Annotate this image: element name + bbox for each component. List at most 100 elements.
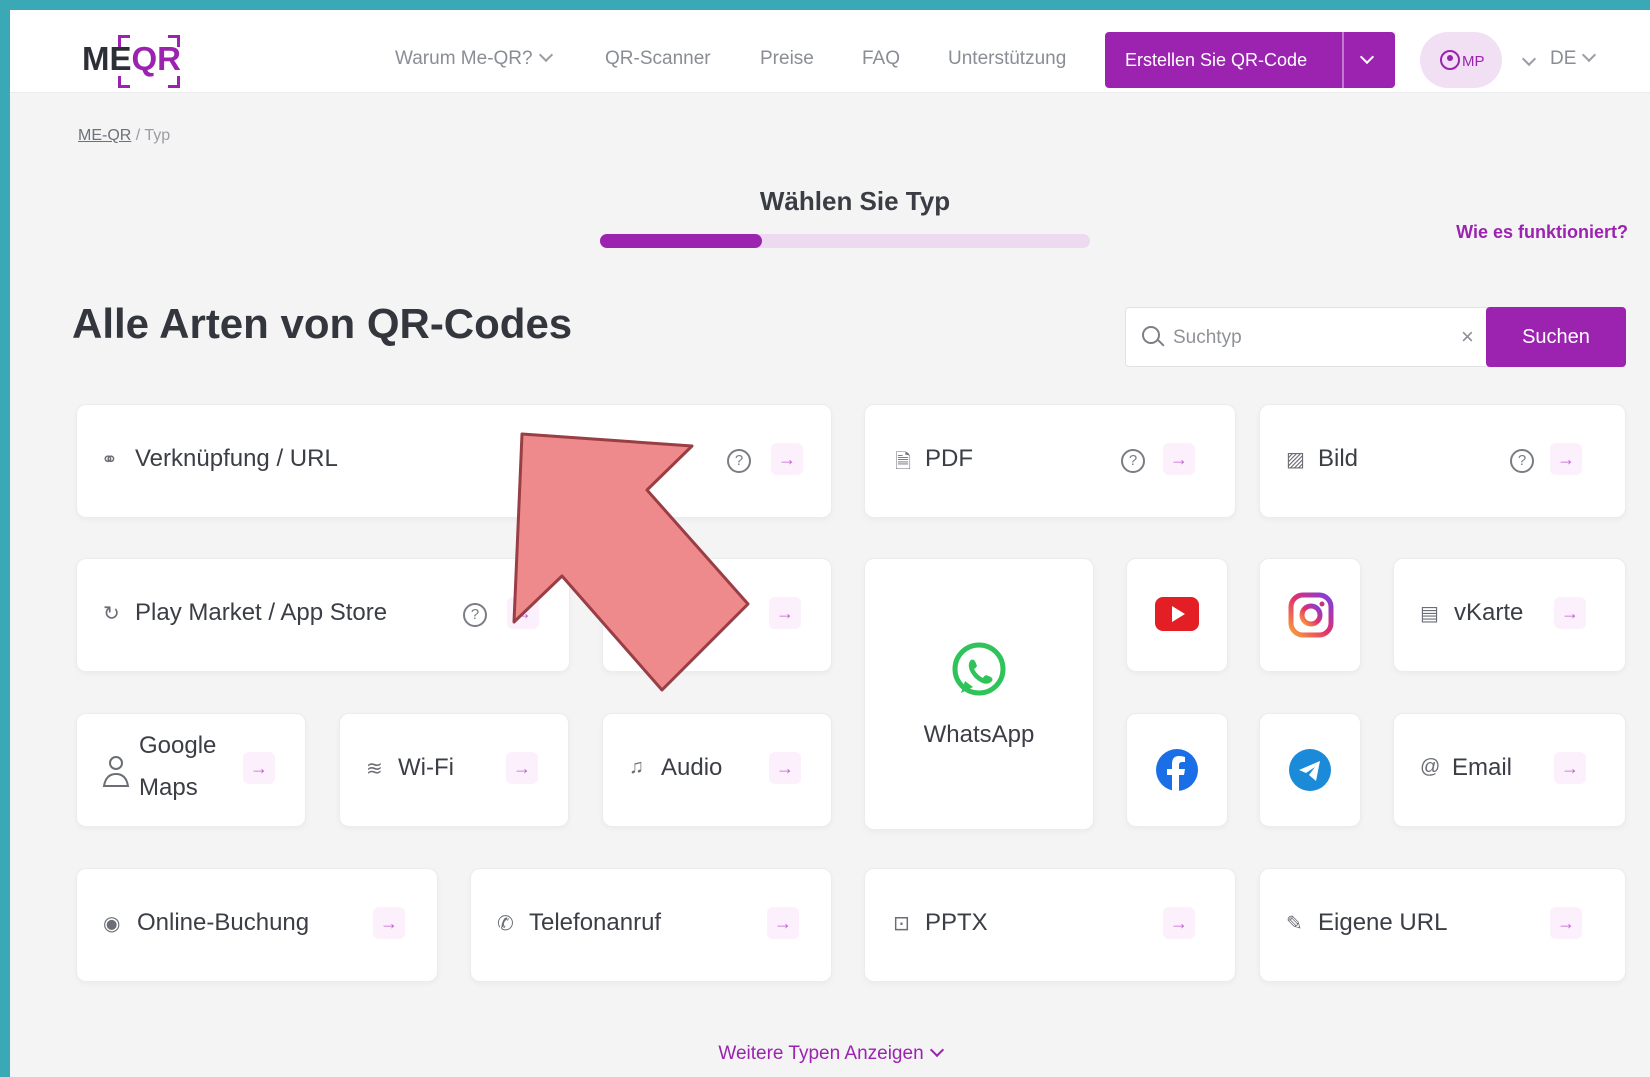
type-card-email[interactable]: @ Email → — [1393, 713, 1626, 827]
vcard-icon: ▤ — [1420, 603, 1439, 625]
create-qr-code-label: Erstellen Sie QR-Code — [1125, 50, 1308, 70]
type-card-image[interactable]: ▨ Bild ? → — [1259, 404, 1626, 518]
type-label-pptx: PPTX — [925, 909, 988, 936]
create-dropdown-chevron-icon[interactable] — [1359, 49, 1375, 65]
type-card-pdf[interactable]: 🗎 PDF ? → — [864, 404, 1236, 518]
chevron-down-icon — [929, 1042, 944, 1058]
nav-why-me-qr[interactable]: Warum Me-QR? — [395, 47, 553, 70]
arrow-right-icon[interactable]: → — [1554, 752, 1586, 784]
search-icon — [1142, 326, 1160, 344]
type-label-image: Bild — [1318, 445, 1359, 472]
type-label-audio: Audio — [661, 754, 723, 781]
pencil-link-icon: ✎ — [1286, 913, 1303, 935]
breadcrumb-home-link[interactable]: ME-QR — [78, 127, 131, 144]
language-label: DE — [1550, 48, 1577, 69]
arrow-right-icon[interactable]: → — [1163, 443, 1195, 475]
nav-why-label: Warum Me-QR? — [395, 48, 533, 69]
type-card-google-maps[interactable]: Google Maps → — [76, 713, 306, 827]
type-card-facebook[interactable] — [1126, 713, 1228, 827]
help-icon[interactable]: ? — [463, 603, 487, 627]
arrow-right-icon[interactable]: → — [1550, 907, 1582, 939]
type-card-phone-call[interactable]: ✆ Telefonanruf → — [470, 868, 832, 982]
link-icon: ⚭ — [101, 449, 118, 471]
type-card-wifi[interactable]: ≋ Wi-Fi → — [339, 713, 569, 827]
user-avatar-button[interactable]: MP — [1420, 32, 1502, 88]
me-qr-logo[interactable]: MEQR — [72, 30, 182, 88]
arrow-right-icon[interactable]: → — [1163, 907, 1195, 939]
type-label-google-maps-line1: Google — [139, 732, 217, 759]
logo-corner-icon — [168, 35, 180, 47]
help-icon[interactable]: ? — [1121, 449, 1145, 473]
type-card-whatsapp[interactable]: WhatsApp — [864, 558, 1094, 830]
arrow-right-icon[interactable]: → — [243, 752, 275, 784]
image-icon: ▨ — [1286, 449, 1305, 471]
chevron-down-icon — [538, 47, 553, 63]
facebook-icon — [1156, 749, 1198, 792]
type-card-audio[interactable]: ♫ Audio → — [602, 713, 832, 827]
type-card-telegram[interactable] — [1259, 713, 1361, 827]
type-card-url[interactable]: ⚭ Verknüpfung / URL ? → — [76, 404, 832, 518]
type-card-vcard[interactable]: ▤ vKarte → — [1393, 558, 1626, 672]
arrow-right-icon[interactable]: → — [769, 752, 801, 784]
logo-corner-icon — [118, 35, 130, 47]
nav-support[interactable]: Unterstützung — [948, 48, 1066, 70]
top-navbar: MEQR Warum Me-QR? QR-Scanner Preise FAQ … — [10, 10, 1650, 93]
type-label-online-booking: Online-Buchung — [137, 909, 310, 936]
at-icon: @ — [1420, 756, 1441, 778]
arrow-right-icon[interactable]: → — [767, 907, 799, 939]
breadcrumb-separator: / — [131, 127, 145, 144]
telegram-icon — [1289, 749, 1331, 791]
app-refresh-icon: ↻ — [103, 603, 120, 625]
arrow-right-icon[interactable]: → — [507, 597, 539, 629]
type-card-youtube[interactable] — [1126, 558, 1228, 672]
button-divider — [1342, 32, 1344, 88]
search-button[interactable]: Suchen — [1486, 307, 1626, 367]
arrow-right-icon[interactable]: → — [506, 752, 538, 784]
arrow-right-icon[interactable]: → — [373, 907, 405, 939]
map-person-icon — [102, 756, 130, 787]
type-label-url: Verknüpfung / URL — [135, 445, 338, 472]
type-card-hidden[interactable]: → — [602, 558, 832, 672]
how-it-works-link[interactable]: Wie es funktioniert? — [1456, 222, 1628, 243]
type-card-app-store[interactable]: ↻ Play Market / App Store ? → — [76, 558, 570, 672]
nav-faq[interactable]: FAQ — [862, 48, 900, 70]
phone-icon: ✆ — [497, 913, 514, 935]
create-qr-code-button[interactable]: Erstellen Sie QR-Code — [1105, 32, 1395, 88]
language-selector[interactable]: DE — [1550, 47, 1597, 70]
page-title: Alle Arten von QR-Codes — [72, 300, 573, 347]
show-more-types-link[interactable]: Weitere Typen Anzeigen — [10, 1042, 1650, 1065]
step-progress-bar — [600, 234, 1090, 248]
type-label-custom-url: Eigene URL — [1318, 909, 1448, 936]
type-label-google-maps-line2: Maps — [139, 774, 198, 801]
arrow-right-icon[interactable]: → — [1550, 443, 1582, 475]
nav-qr-scanner[interactable]: QR-Scanner — [605, 48, 711, 70]
presentation-icon: ⊡ — [893, 913, 910, 935]
arrow-right-icon[interactable]: → — [769, 597, 801, 629]
step-progress-fill — [600, 234, 762, 248]
help-icon[interactable]: ? — [727, 449, 751, 473]
type-label-wifi: Wi-Fi — [398, 754, 454, 781]
help-icon[interactable]: ? — [1510, 449, 1534, 473]
logo-corner-icon — [168, 76, 180, 88]
clear-search-icon[interactable]: × — [1461, 326, 1474, 348]
nav-prices[interactable]: Preise — [760, 48, 814, 70]
type-card-custom-url[interactable]: ✎ Eigene URL → — [1259, 868, 1626, 982]
arrow-right-icon[interactable]: → — [1554, 597, 1586, 629]
search-box: × — [1125, 307, 1505, 367]
type-label-pdf: PDF — [925, 445, 973, 472]
arrow-right-icon[interactable]: → — [771, 443, 803, 475]
user-menu-chevron-icon[interactable] — [1521, 51, 1537, 67]
search-input[interactable] — [1171, 320, 1455, 356]
user-icon — [1440, 50, 1460, 70]
type-card-online-booking[interactable]: ◉ Online-Buchung → — [76, 868, 438, 982]
type-card-pptx[interactable]: ⊡ PPTX → — [864, 868, 1236, 982]
youtube-icon — [1155, 597, 1199, 631]
logo-corner-icon — [118, 76, 130, 88]
breadcrumb: ME-QR / Typ — [78, 127, 170, 145]
wifi-icon: ≋ — [366, 758, 383, 780]
breadcrumb-current: Typ — [144, 127, 171, 144]
type-card-instagram[interactable] — [1259, 558, 1361, 672]
app-frame: MEQR Warum Me-QR? QR-Scanner Preise FAQ … — [10, 10, 1650, 1077]
type-label-vcard: vKarte — [1454, 599, 1524, 626]
type-label-phone-call: Telefonanruf — [529, 909, 662, 936]
